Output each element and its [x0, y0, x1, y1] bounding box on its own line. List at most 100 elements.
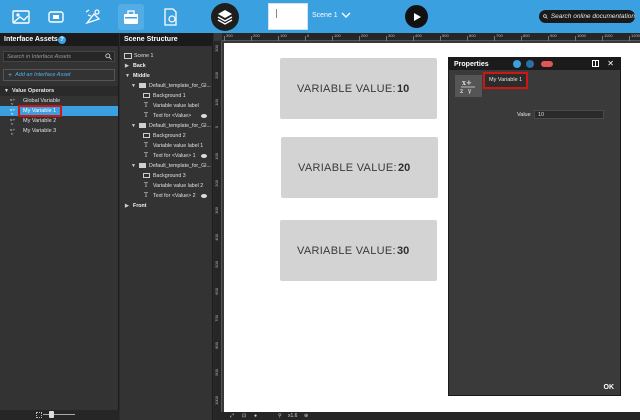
label-row[interactable]: T Variable value label [120, 101, 212, 111]
ruler-tick [224, 36, 225, 41]
value-operators-group[interactable]: ▼ Value Operators [0, 86, 118, 96]
image-icon [143, 93, 150, 98]
ruler-tick [521, 36, 522, 41]
ok-button[interactable]: OK [604, 384, 615, 391]
page-icon[interactable] [157, 4, 183, 30]
toolbox-icon[interactable] [118, 4, 144, 30]
ruler-tick-label: 700 [214, 315, 219, 322]
eye-icon[interactable] [201, 114, 207, 118]
layers-icon[interactable] [211, 3, 239, 31]
close-icon[interactable]: ✕ [607, 59, 614, 68]
zoom-in-icon[interactable]: ⊕ [304, 413, 308, 419]
chevron-right-icon: ▶ [125, 63, 129, 69]
layer-row-middle[interactable]: ▼ Middle [120, 71, 212, 81]
text-icon: T [144, 142, 149, 149]
variable-name-field[interactable]: My Variable 1 [483, 72, 528, 89]
fit-icon[interactable]: ⊡ [242, 413, 246, 419]
ruler-tick [278, 36, 279, 41]
crop-icon[interactable] [43, 4, 69, 30]
asset-item-my-variable-1[interactable]: x+ y My Variable 1 [0, 105, 118, 117]
zoom-slider[interactable] [43, 411, 75, 418]
text-icon: T [144, 152, 149, 159]
value-input-text: 10 [538, 112, 545, 118]
svg-text:z: z [460, 88, 463, 94]
interface-assets-search-placeholder: Search in Interface Assets [7, 54, 71, 60]
ruler-tick-label: 100 [280, 33, 287, 38]
interface-assets-title: Interface Assets [4, 36, 58, 43]
image-icon[interactable] [8, 4, 34, 30]
template-label: Default_template_for_Gl... [149, 163, 211, 169]
template-row[interactable]: ▼ Default_template_for_Gl... [120, 121, 212, 131]
variable-card-2[interactable]: VARIABLE VALUE: 20 [281, 137, 438, 198]
background-row[interactable]: Background 1 [120, 91, 212, 101]
ruler-tick [332, 36, 333, 41]
help-icon[interactable]: ? [58, 36, 66, 44]
value-input[interactable]: 10 [534, 110, 604, 119]
ruler-tick [602, 36, 603, 41]
asset-item-my-variable-2[interactable]: x+ y My Variable 2 [0, 116, 118, 126]
toggle-icon[interactable] [541, 61, 553, 67]
ruler-tick-label: 400 [214, 234, 219, 241]
scene-root-label: Scene 1 [134, 53, 154, 59]
ruler-tick [548, 36, 549, 41]
ruler-tick-label: 200 [361, 33, 368, 38]
ruler-tick-label: 500 [442, 33, 449, 38]
zoom-icon[interactable]: ⚲ [278, 413, 282, 419]
eye-icon[interactable] [201, 154, 207, 158]
layer-row-back[interactable]: ▶ Back [120, 61, 212, 71]
globe-icon[interactable] [526, 60, 534, 68]
zoom-level: x1.6 [288, 413, 298, 419]
pin-icon[interactable] [513, 60, 521, 68]
ruler-tick-label: 200 [214, 180, 219, 187]
ruler-tick-label: 600 [214, 288, 219, 295]
chevron-down-icon: ▼ [125, 73, 130, 79]
scene-root-row[interactable]: Scene 1 [120, 51, 212, 61]
label-row[interactable]: T Variable value label 1 [120, 141, 212, 151]
record-icon[interactable]: ● [254, 413, 257, 419]
interface-assets-search-input[interactable]: Search in Interface Assets [3, 51, 115, 62]
layer-row-front[interactable]: ▶ Front [120, 201, 212, 211]
grid-icon[interactable] [36, 412, 42, 418]
variable-card-1[interactable]: VARIABLE VALUE: 10 [280, 58, 437, 119]
text-row[interactable]: T Text for <Value> 1 [120, 151, 212, 161]
ruler-tick-label: 300 [226, 33, 233, 38]
layer-label: Front [133, 203, 147, 209]
ruler-tick-label: 1100 [604, 33, 613, 38]
background-row[interactable]: Background 2 [120, 131, 212, 141]
scene-structure-title: Scene Structure [124, 36, 178, 43]
app-window: Scene 1 Search online documentation Inte… [0, 0, 640, 420]
ruler-tick-label: 800 [214, 342, 219, 349]
search-icon [543, 14, 548, 19]
ruler-tick-label: 500 [214, 261, 219, 268]
chevron-down-icon: ▼ [4, 88, 9, 94]
eye-icon[interactable] [201, 194, 207, 198]
variable-type-icon: x+ z y [455, 75, 482, 97]
ruler-tick-label: 100 [334, 33, 341, 38]
template-row[interactable]: ▼ Default_template_for_Gl... [120, 161, 212, 171]
ruler-tick-label: 100 [214, 99, 219, 106]
expand-icon[interactable]: ⤢ [230, 413, 234, 419]
zoom-slider-handle[interactable] [49, 411, 54, 418]
template-icon [139, 163, 146, 168]
template-row[interactable]: ▼ Default_template_for_Gl... [120, 81, 212, 91]
asset-item-my-variable-3[interactable]: x+ y My Variable 3 [0, 126, 118, 136]
template-icon [139, 123, 146, 128]
add-interface-asset-button[interactable]: + Add an Interface Asset [3, 69, 115, 81]
text-row[interactable]: T Text for <Value> 2 [120, 191, 212, 201]
dock-icon[interactable] [592, 60, 599, 67]
variable-card-label: VARIABLE VALUE: [297, 82, 396, 95]
value-operators-label: Value Operators [11, 88, 55, 94]
label-row[interactable]: T Variable value label 2 [120, 181, 212, 191]
effects-icon[interactable] [80, 4, 106, 30]
scene-thumbnail[interactable] [268, 3, 308, 30]
chevron-down-icon[interactable] [341, 10, 351, 20]
play-button[interactable] [405, 5, 428, 28]
interface-assets-panel: Interface Assets ? Search in Interface A… [0, 33, 119, 420]
ruler-tick [386, 36, 387, 41]
background-row[interactable]: Background 3 [120, 171, 212, 181]
template-label: Default_template_for_Gl... [149, 83, 211, 89]
text-row[interactable]: T Text for <Value> [120, 111, 212, 121]
ruler-tick-label: 1000 [214, 396, 219, 405]
variable-card-3[interactable]: VARIABLE VALUE: 30 [280, 220, 437, 281]
documentation-search[interactable]: Search online documentation [539, 10, 635, 23]
